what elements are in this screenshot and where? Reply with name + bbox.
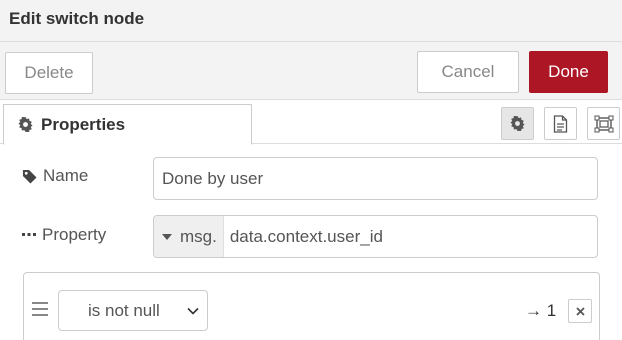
rule-operator-value: is not null xyxy=(88,300,160,320)
description-icon xyxy=(553,114,568,133)
dialog-header: Edit switch node xyxy=(0,0,622,42)
rule-operator-select[interactable]: is not null xyxy=(58,290,208,331)
done-button[interactable]: Done xyxy=(529,51,608,93)
tab-appearance-button[interactable] xyxy=(587,107,620,140)
property-type-label: msg. xyxy=(180,226,217,246)
dialog-toolbar: Delete Cancel Done xyxy=(0,42,622,100)
ellipsis-icon xyxy=(22,233,36,237)
tab-properties[interactable]: Properties xyxy=(3,104,252,145)
tag-icon xyxy=(22,169,37,184)
name-label-text: Name xyxy=(43,166,89,185)
gear-icon xyxy=(510,116,525,131)
appearance-icon xyxy=(594,115,614,133)
property-type-select[interactable]: msg. xyxy=(154,216,224,257)
gear-icon xyxy=(18,117,33,132)
drag-handle-icon[interactable] xyxy=(32,302,48,320)
close-icon xyxy=(575,306,585,316)
tab-description-button[interactable] xyxy=(544,107,577,140)
rule-output-label: → 1 xyxy=(525,301,557,320)
property-field-label: Property xyxy=(22,225,106,245)
tab-properties-label: Properties xyxy=(41,114,126,134)
remove-rule-button[interactable] xyxy=(568,299,592,323)
dialog-title: Edit switch node xyxy=(9,9,145,28)
tab-node-properties-button[interactable] xyxy=(501,107,534,140)
property-typed-input: msg. data.context.user_id xyxy=(153,215,598,258)
property-input[interactable]: data.context.user_id xyxy=(224,227,383,247)
cancel-button[interactable]: Cancel xyxy=(417,51,519,93)
chevron-down-icon xyxy=(187,307,199,315)
delete-button[interactable]: Delete xyxy=(5,52,93,94)
name-input[interactable]: Done by user xyxy=(153,157,598,200)
caret-down-icon xyxy=(162,233,172,240)
property-label-text: Property xyxy=(42,225,107,244)
name-field-label: Name xyxy=(22,166,88,186)
